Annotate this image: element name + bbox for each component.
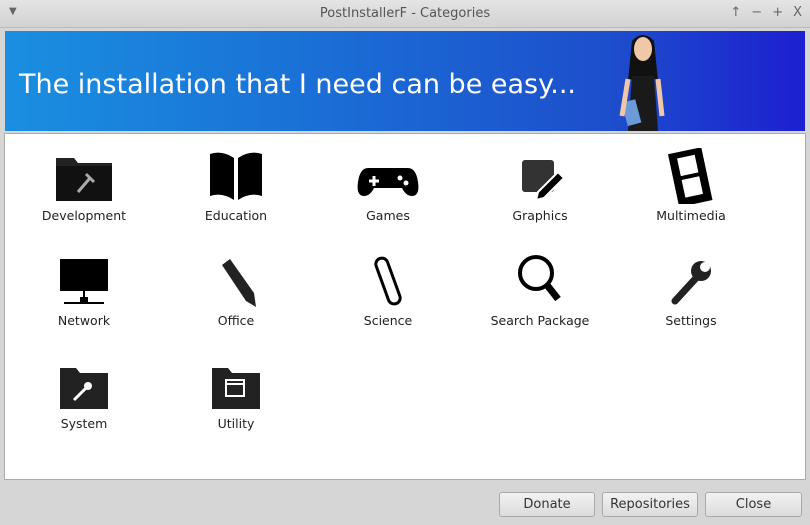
category-multimedia[interactable]: Multimedia: [621, 148, 761, 223]
title-bar: ▼ PostInstallerF - Categories ↑ − + X: [0, 0, 810, 28]
categories-panel: Development Education Games Graphics Mul…: [4, 133, 806, 480]
category-network[interactable]: Network: [14, 253, 154, 328]
wrench-icon: [671, 261, 711, 305]
magnifier-icon: [518, 255, 561, 302]
category-development[interactable]: Development: [14, 148, 154, 223]
category-system[interactable]: System: [14, 362, 154, 431]
category-label: Utility: [217, 416, 255, 431]
film-strip-icon: [667, 148, 713, 204]
mascot-illustration: [619, 35, 665, 131]
category-search-package[interactable]: Search Package: [470, 253, 610, 328]
category-science[interactable]: Science: [318, 253, 458, 328]
folder-window-icon: [212, 368, 260, 409]
pencil-icon: [222, 259, 256, 307]
minimize-button[interactable]: −: [751, 5, 762, 20]
category-label: Search Package: [490, 313, 590, 328]
keep-above-button[interactable]: ↑: [730, 5, 741, 20]
banner-text: The installation that I need can be easy…: [19, 69, 576, 100]
category-label: Settings: [665, 313, 717, 328]
book-icon: [210, 152, 262, 200]
category-label: Office: [217, 313, 255, 328]
gamepad-icon: [357, 168, 419, 196]
network-monitor-icon: [60, 259, 108, 304]
category-graphics[interactable]: Graphics: [470, 148, 610, 223]
donate-button[interactable]: Donate: [499, 492, 595, 517]
category-label: Multimedia: [656, 208, 726, 223]
category-utility[interactable]: Utility: [166, 362, 306, 431]
category-office[interactable]: Office: [166, 253, 306, 328]
category-label: Science: [363, 313, 413, 328]
close-window-button[interactable]: X: [793, 5, 802, 20]
category-games[interactable]: Games: [318, 148, 458, 223]
category-settings[interactable]: Settings: [621, 253, 761, 328]
category-label: System: [60, 416, 108, 431]
folder-hammer-icon: [56, 158, 112, 201]
category-education[interactable]: Education: [166, 148, 306, 223]
category-label: Graphics: [512, 208, 568, 223]
banner: The installation that I need can be easy…: [5, 31, 805, 131]
category-label: Network: [57, 313, 111, 328]
category-label: Games: [366, 208, 410, 223]
window-title: PostInstallerF - Categories: [319, 6, 491, 21]
category-label: Development: [41, 208, 127, 223]
maximize-button[interactable]: +: [772, 5, 783, 20]
repositories-button[interactable]: Repositories: [602, 492, 698, 517]
pencil-square-icon: [522, 160, 566, 202]
close-button[interactable]: Close: [705, 492, 802, 517]
category-label: Education: [204, 208, 268, 223]
folder-wrench-icon: [60, 368, 108, 409]
test-tube-icon: [374, 256, 402, 306]
